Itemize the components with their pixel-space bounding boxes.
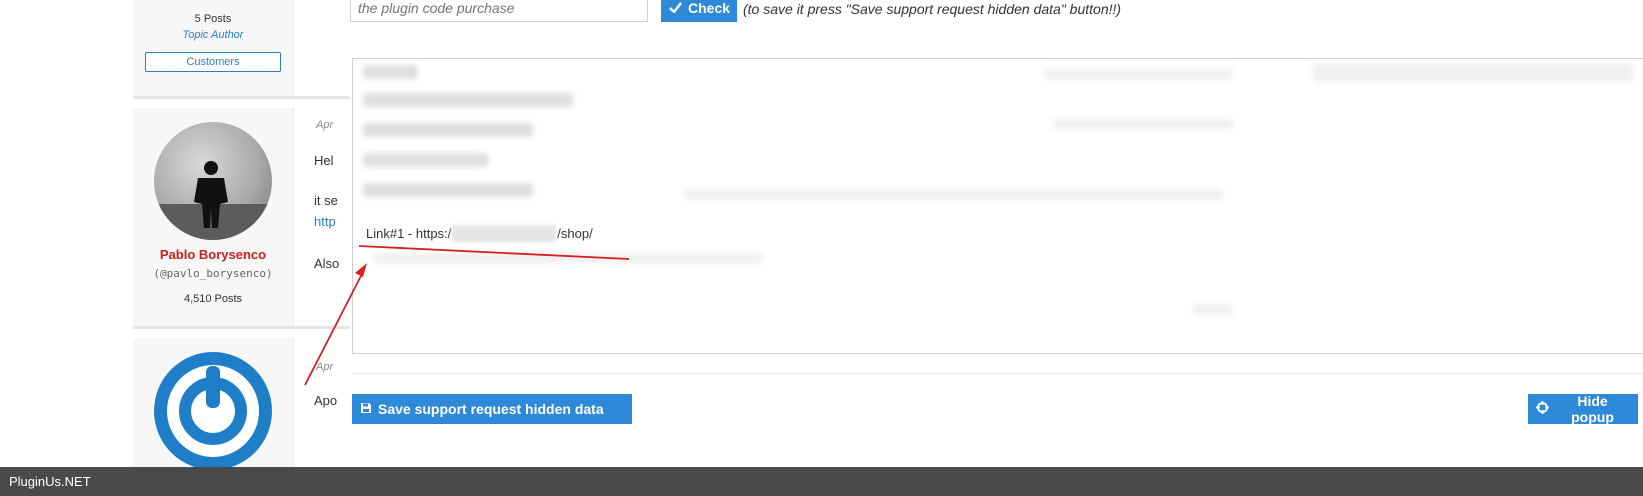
author-column-2: Pablo Borysenco (@pavlo_borysenco) 4,510… <box>133 108 294 326</box>
link-entry: Link#1 - https:/ /shop/ <box>366 225 593 242</box>
post-separator <box>133 326 368 329</box>
blurred-text <box>683 189 1223 199</box>
link-suffix: /shop/ <box>557 226 593 241</box>
blurred-text <box>363 153 488 167</box>
avatar[interactable] <box>154 122 272 240</box>
hide-button-label: Hide popup <box>1571 393 1614 425</box>
post-link[interactable]: http <box>314 214 336 229</box>
blurred-text <box>363 93 573 107</box>
customers-badge[interactable]: Customers <box>145 52 281 72</box>
popup-divider <box>352 373 1643 374</box>
avatar[interactable] <box>154 352 272 470</box>
floppy-disk-icon <box>360 401 372 417</box>
link-prefix: Link#1 - https:/ <box>366 226 452 241</box>
post-text: Apo <box>314 393 338 408</box>
post-date: Apr <box>316 119 334 131</box>
redacted-domain <box>452 225 557 242</box>
blurred-text <box>373 253 763 263</box>
footer-bar: PluginUs.NET <box>0 467 1643 496</box>
support-request-popup: Check (to save it press "Save support re… <box>350 0 1643 440</box>
crosshair-icon <box>1536 401 1549 417</box>
blurred-text <box>363 183 533 197</box>
blurred-text <box>1193 305 1233 315</box>
check-note: (to save it press "Save support request … <box>743 1 1122 17</box>
check-button-label: Check <box>688 0 731 16</box>
author-post-count: 4,510 Posts <box>183 293 243 305</box>
blurred-text <box>1043 69 1233 79</box>
post-text: Hel <box>314 153 334 168</box>
blurred-text <box>1313 64 1633 82</box>
blurred-text <box>1053 119 1233 129</box>
check-button[interactable]: Check <box>661 0 737 22</box>
post-text: it se <box>314 193 338 208</box>
person-silhouette-icon <box>154 161 272 240</box>
post-separator <box>133 96 368 99</box>
save-hidden-data-button[interactable]: Save support request hidden data <box>352 394 632 424</box>
author-role[interactable]: Topic Author <box>133 29 293 41</box>
blurred-text <box>363 123 533 137</box>
author-column-1: 5 Posts Topic Author Customers <box>133 0 294 96</box>
author-handle: (@pavlo_borysenco) <box>153 267 273 280</box>
author-post-count: 5 Posts <box>194 13 232 25</box>
hide-popup-button[interactable]: Hide popup <box>1528 393 1638 425</box>
post-text: Also <box>314 256 340 271</box>
power-logo-icon <box>167 365 259 457</box>
save-button-label: Save support request hidden data <box>378 401 604 417</box>
blurred-text <box>363 65 418 79</box>
check-icon <box>669 0 682 16</box>
hidden-data-textarea[interactable]: Link#1 - https:/ /shop/ <box>352 58 1643 354</box>
post-date: Apr <box>316 361 334 373</box>
author-name[interactable]: Pablo Borysenco <box>133 247 293 262</box>
footer-brand[interactable]: PluginUs.NET <box>9 474 91 489</box>
purchase-code-input[interactable] <box>350 0 648 22</box>
author-column-3 <box>133 338 294 470</box>
